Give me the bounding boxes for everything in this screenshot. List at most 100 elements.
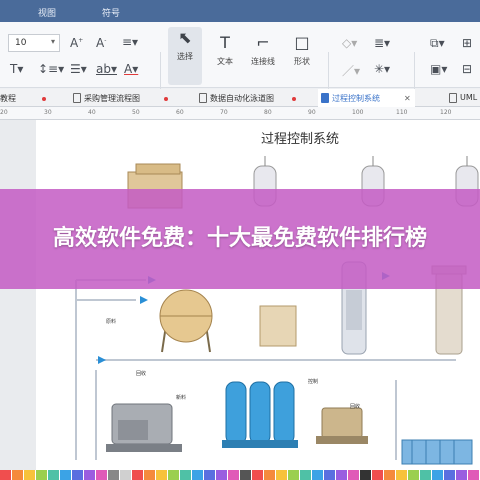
color-swatch[interactable] [60, 470, 72, 480]
drawing-canvas[interactable]: 过程控制系统 原料 回收 新料 控制 回收 [0, 120, 480, 470]
color-swatch[interactable] [24, 470, 36, 480]
heat-exchanger-shape[interactable] [401, 439, 473, 465]
banner-headline: 高效软件免费：十大最免费软件排行榜 [52, 226, 427, 251]
font-shrink-icon[interactable]: A- [96, 36, 106, 50]
line-style-icon[interactable]: ≣▾ [374, 36, 390, 50]
color-swatch[interactable] [264, 470, 276, 480]
color-swatch[interactable] [444, 470, 456, 480]
line-spacing-icon[interactable]: ↕≡▾ [38, 62, 64, 76]
pump-motor-shape[interactable] [106, 403, 182, 452]
color-swatch[interactable] [288, 470, 300, 480]
font-size-value: 10 [15, 38, 27, 48]
color-swatch[interactable] [252, 470, 264, 480]
color-swatch[interactable] [168, 470, 180, 480]
font-size-select[interactable]: 10 ▾ [8, 34, 60, 52]
align-shapes-icon[interactable]: ⊞ [462, 36, 472, 50]
color-swatch[interactable] [84, 470, 96, 480]
connector-tool-label: 连接线 [251, 57, 275, 66]
shape-icon: □ [294, 33, 310, 52]
color-swatch[interactable] [456, 470, 468, 480]
color-swatch[interactable] [132, 470, 144, 480]
ruler-tick: 110 [396, 109, 408, 116]
menu-item-view[interactable]: 视图 [38, 6, 56, 19]
color-swatch[interactable] [48, 470, 60, 480]
storage-tank-cluster-shape[interactable] [222, 381, 298, 448]
color-swatch[interactable] [156, 470, 168, 480]
tab-swimlane[interactable]: 数据自动化泳道图 [196, 89, 300, 107]
color-swatch[interactable] [336, 470, 348, 480]
tab-procurement[interactable]: 采购管理流程图 [70, 89, 172, 107]
ruler-tick: 30 [44, 109, 52, 116]
diagram-label: 新料 [176, 395, 187, 401]
promo-banner: 高效软件免费：十大最免费软件排行榜 [0, 189, 480, 289]
shape-tool-button[interactable]: □ 形状 [285, 32, 319, 67]
color-swatch[interactable] [180, 470, 192, 480]
modified-dot-icon [42, 96, 46, 101]
color-swatch[interactable] [384, 470, 396, 480]
color-swatch[interactable] [72, 470, 84, 480]
color-swatch[interactable] [300, 470, 312, 480]
color-swatch[interactable] [360, 470, 372, 480]
group-icon[interactable]: ▣▾ [430, 62, 447, 76]
color-swatch[interactable] [408, 470, 420, 480]
text-tool-button[interactable]: T 文本 [208, 32, 242, 67]
chevron-down-icon[interactable]: ▾ [51, 37, 55, 46]
color-swatch[interactable] [324, 470, 336, 480]
underline-icon[interactable]: ab▾ [96, 62, 117, 76]
color-swatch[interactable] [276, 470, 288, 480]
list-icon[interactable]: ☰▾ [70, 62, 87, 76]
color-swatch[interactable] [204, 470, 216, 480]
tab-process-control[interactable]: 过程控制系统 ✕ [318, 89, 415, 107]
color-swatch[interactable] [144, 470, 156, 480]
document-icon [449, 93, 457, 103]
align-icon[interactable]: ≡▾ [122, 35, 138, 49]
color-swatch[interactable] [372, 470, 384, 480]
ruler-tick: 40 [88, 109, 96, 116]
color-swatch[interactable] [0, 470, 12, 480]
tab-label: 采购管理流程图 [84, 94, 140, 103]
diagram-label: 回收 [350, 404, 361, 410]
control-panel-shape[interactable] [259, 305, 297, 347]
color-swatch[interactable] [96, 470, 108, 480]
distribute-icon[interactable]: ⊟ [462, 62, 472, 76]
color-swatch[interactable] [108, 470, 120, 480]
color-swatch[interactable] [240, 470, 252, 480]
tab-tutorial[interactable]: 教程 [0, 89, 50, 107]
line-color-icon[interactable]: ／▾ [342, 62, 360, 79]
color-swatch[interactable] [396, 470, 408, 480]
effects-icon[interactable]: ✳▾ [374, 62, 390, 76]
arrange-icon[interactable]: ⧉▾ [430, 36, 445, 51]
diagram-page[interactable]: 过程控制系统 原料 回收 新料 控制 回收 [36, 120, 480, 470]
tab-uml[interactable]: UML [446, 89, 480, 107]
connector-tool-button[interactable]: ⌐ 连接线 [246, 32, 280, 67]
menu-item-symbols[interactable]: 符号 [102, 6, 120, 19]
color-swatch[interactable] [12, 470, 24, 480]
connector-icon: ⌐ [256, 33, 270, 52]
color-swatch[interactable] [228, 470, 240, 480]
color-swatch[interactable] [468, 470, 480, 480]
color-swatch[interactable] [192, 470, 204, 480]
spherical-tank-shape[interactable] [159, 289, 213, 353]
diagram-label: 回收 [136, 371, 147, 377]
select-tool-label: 选择 [177, 52, 193, 61]
ruler-tick: 100 [352, 109, 364, 116]
close-icon[interactable]: ✕ [404, 94, 411, 103]
font-grow-icon[interactable]: A+ [70, 36, 83, 50]
color-swatch[interactable] [420, 470, 432, 480]
color-swatch[interactable] [216, 470, 228, 480]
color-swatch[interactable] [120, 470, 132, 480]
document-tabs: 教程 采购管理流程图 数据自动化泳道图 过程控制系统 ✕ UML [0, 89, 480, 107]
color-swatch[interactable] [36, 470, 48, 480]
ruler-tick: 90 [308, 109, 316, 116]
text-style-icon[interactable]: T▾ [10, 62, 23, 76]
select-tool-button[interactable]: ⬉ 选择 [168, 27, 202, 85]
font-color-icon[interactable]: A▾ [124, 62, 138, 76]
engine-shape[interactable] [316, 407, 368, 444]
color-swatch[interactable] [432, 470, 444, 480]
ruler-tick: 70 [220, 109, 228, 116]
fill-icon[interactable]: ◇▾ [342, 36, 357, 50]
horizontal-ruler: 20 30 40 50 60 70 80 90 100 110 120 [0, 107, 480, 120]
tab-label: 过程控制系统 [332, 94, 380, 103]
color-swatch[interactable] [312, 470, 324, 480]
color-swatch[interactable] [348, 470, 360, 480]
